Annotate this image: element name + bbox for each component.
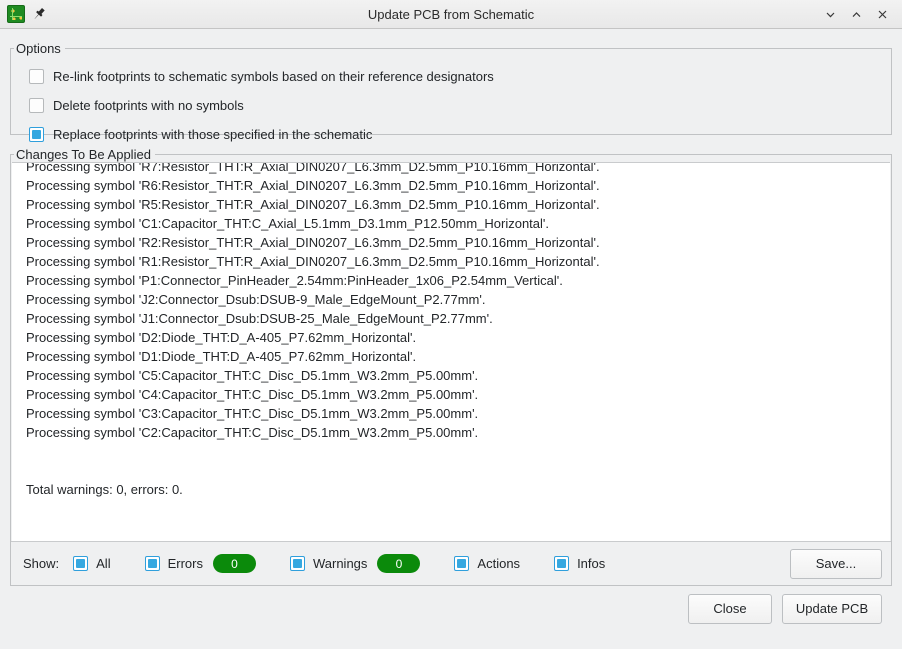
log-line: Processing symbol 'C5:Capacitor_THT:C_Di… (26, 366, 890, 385)
log-line: Processing symbol 'J1:Connector_Dsub:DSU… (26, 309, 890, 328)
filter-label: All (96, 556, 110, 571)
log-line: Processing symbol 'D2:Diode_THT:D_A-405_… (26, 328, 890, 347)
kicad-pcb-icon (7, 5, 25, 23)
log-line: Processing symbol 'D1:Diode_THT:D_A-405_… (26, 347, 890, 366)
options-list: Re-link footprints to schematic symbols … (11, 56, 891, 149)
filter-label: Actions (477, 556, 520, 571)
chevron-up-icon (850, 8, 863, 21)
relink-footprints-checkbox[interactable] (29, 69, 44, 84)
update-pcb-button[interactable]: Update PCB (782, 594, 882, 624)
title-bar-left-icons (0, 5, 47, 23)
log-line: Processing symbol 'J2:Connector_Dsub:DSU… (26, 290, 890, 309)
filter-errors[interactable]: Errors 0 (145, 554, 256, 573)
close-icon (876, 8, 889, 21)
option-replace-footprints[interactable]: Replace footprints with those specified … (29, 120, 891, 149)
log-line: Processing symbol 'C1:Capacitor_THT:C_Ax… (26, 214, 890, 233)
filter-all-checkbox[interactable] (73, 556, 88, 571)
close-dialog-button[interactable]: Close (688, 594, 772, 624)
option-relink-footprints[interactable]: Re-link footprints to schematic symbols … (29, 62, 891, 91)
warnings-count-badge: 0 (377, 554, 420, 573)
log-line: Processing symbol 'R1:Resistor_THT:R_Axi… (26, 252, 890, 271)
dialog-content: Options Re-link footprints to schematic … (0, 41, 902, 631)
log-line: Processing symbol 'R5:Resistor_THT:R_Axi… (26, 195, 890, 214)
filter-label: Errors (168, 556, 203, 571)
option-label: Delete footprints with no symbols (53, 98, 244, 113)
option-delete-footprints[interactable]: Delete footprints with no symbols (29, 91, 891, 120)
show-filter-bar: Show: All Errors 0 Warnings 0 Actions (11, 541, 891, 585)
filter-all[interactable]: All (73, 556, 110, 571)
filter-infos[interactable]: Infos (554, 556, 605, 571)
filter-warnings[interactable]: Warnings 0 (290, 554, 420, 573)
log-line: Processing symbol 'R2:Resistor_THT:R_Axi… (26, 233, 890, 252)
replace-footprints-checkbox[interactable] (29, 127, 44, 142)
log-line: Processing symbol 'R6:Resistor_THT:R_Axi… (26, 176, 890, 195)
options-group: Options Re-link footprints to schematic … (10, 41, 892, 135)
title-bar: Update PCB from Schematic (0, 0, 902, 29)
option-label: Replace footprints with those specified … (53, 127, 372, 142)
log-line: Processing symbol 'P1:Connector_PinHeade… (26, 271, 890, 290)
filter-infos-checkbox[interactable] (554, 556, 569, 571)
log-line: Processing symbol 'C3:Capacitor_THT:C_Di… (26, 404, 890, 423)
save-button[interactable]: Save... (790, 549, 882, 579)
changes-log-scroll[interactable]: Processing symbol 'R7:Resistor_THT:R_Axi… (12, 162, 890, 541)
changes-legend: Changes To Be Applied (14, 147, 155, 162)
log-spacer (26, 442, 890, 480)
filter-actions-checkbox[interactable] (454, 556, 469, 571)
filter-warnings-checkbox[interactable] (290, 556, 305, 571)
maximize-button[interactable] (844, 2, 868, 26)
log-line: Processing symbol 'R7:Resistor_THT:R_Axi… (26, 162, 890, 176)
filter-errors-checkbox[interactable] (145, 556, 160, 571)
pin-icon[interactable] (31, 6, 47, 22)
window-controls (818, 2, 902, 26)
filter-actions[interactable]: Actions (454, 556, 520, 571)
option-label: Re-link footprints to schematic symbols … (53, 69, 494, 84)
window-title: Update PCB from Schematic (0, 7, 902, 22)
changes-log-panel[interactable]: Processing symbol 'R7:Resistor_THT:R_Axi… (12, 162, 890, 541)
close-button[interactable] (870, 2, 894, 26)
show-label: Show: (23, 556, 59, 571)
delete-footprints-checkbox[interactable] (29, 98, 44, 113)
errors-count-badge: 0 (213, 554, 256, 573)
dialog-footer: Close Update PCB (10, 586, 892, 631)
options-legend: Options (14, 41, 65, 56)
log-line: Processing symbol 'C4:Capacitor_THT:C_Di… (26, 385, 890, 404)
minimize-button[interactable] (818, 2, 842, 26)
pin-icon-svg (31, 6, 47, 22)
filter-label: Warnings (313, 556, 367, 571)
log-line: Processing symbol 'C2:Capacitor_THT:C_Di… (26, 423, 890, 442)
filter-label: Infos (577, 556, 605, 571)
log-summary: Total warnings: 0, errors: 0. (26, 480, 890, 499)
changes-group: Changes To Be Applied Processing symbol … (10, 147, 892, 586)
chevron-down-icon (824, 8, 837, 21)
